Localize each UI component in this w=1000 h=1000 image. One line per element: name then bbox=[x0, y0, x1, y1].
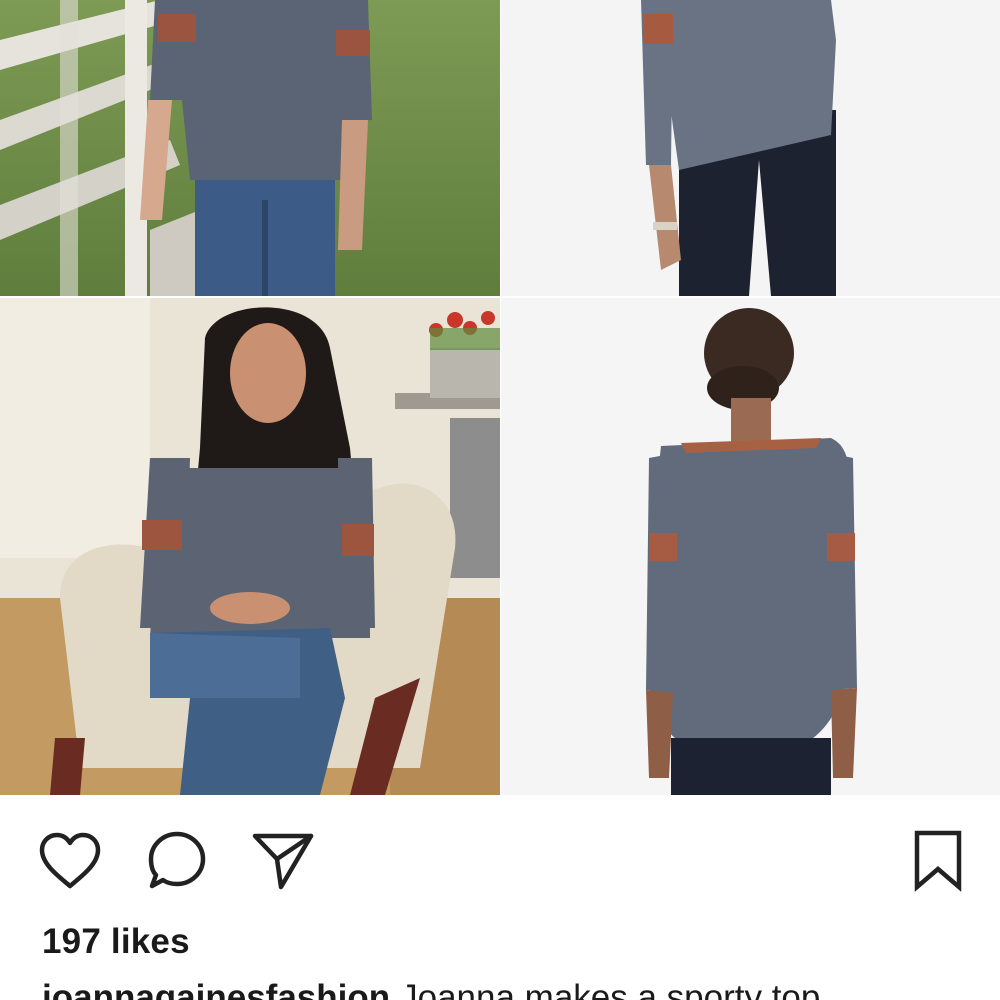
outfit-photo-walking[interactable] bbox=[0, 0, 500, 296]
speech-bubble-icon bbox=[148, 831, 206, 889]
caption-text: Joanna makes a sporty top bbox=[400, 978, 821, 1000]
save-button[interactable] bbox=[905, 828, 971, 894]
post-caption: joannagainesfashion Joanna makes a sporty… bbox=[42, 978, 982, 1000]
product-photo-back[interactable] bbox=[501, 298, 1000, 795]
paper-plane-icon bbox=[252, 833, 314, 890]
outfit-photo-seated[interactable] bbox=[0, 298, 500, 795]
likes-count[interactable]: 197 likes bbox=[42, 922, 190, 962]
post-action-bar bbox=[0, 800, 1000, 910]
heart-icon bbox=[39, 832, 101, 889]
photo-collage[interactable] bbox=[0, 0, 1000, 795]
caption-username[interactable]: joannagainesfashion bbox=[42, 978, 390, 1000]
share-button[interactable] bbox=[250, 828, 316, 894]
like-button[interactable] bbox=[37, 828, 103, 894]
comment-button[interactable] bbox=[144, 828, 210, 894]
bookmark-icon bbox=[914, 830, 962, 892]
instagram-post: 197 likes joannagainesfashion Joanna make… bbox=[0, 0, 1000, 1000]
product-photo-front[interactable] bbox=[501, 0, 1000, 296]
